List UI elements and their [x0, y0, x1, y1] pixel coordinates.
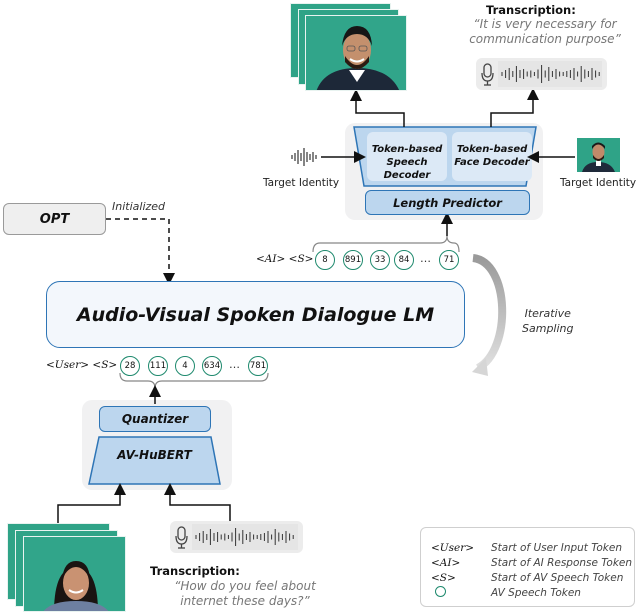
iterative-sampling-arrowhead [472, 358, 488, 376]
ai-speech-token: 891 [343, 250, 363, 270]
iterative-sampling-line-1: Iterative [524, 307, 571, 320]
legend-key: <S> [431, 571, 456, 584]
iterative-sampling-label: Iterative Sampling [522, 306, 574, 336]
user-token-brace [119, 372, 269, 389]
ai-token-prefix: <AI> <S> [256, 253, 314, 265]
ai-speech-token: 33 [370, 250, 390, 270]
speech-decoder-line-2: Speech Decoder [383, 157, 431, 181]
microphone-icon [175, 526, 188, 549]
face-decoder-label: Token-based Face Decoder [450, 143, 534, 169]
output-transcription-title: Transcription: [486, 3, 576, 17]
waveform-icon [291, 148, 317, 166]
legend-item-ai: <AI> Start of AI Response Token [431, 555, 632, 570]
input-transcription-text: “How do you feel about internet these da… [160, 579, 330, 609]
user-speech-token: 111 [148, 356, 168, 376]
user-token-prefix: <User> <S> [46, 359, 118, 371]
audio-waveform [175, 524, 298, 550]
target-identity-voice-label: Target Identity [263, 177, 340, 189]
speech-decoder-to-face-arrow [350, 89, 405, 127]
legend-item-token: AV Speech Token [431, 585, 581, 600]
iterative-sampling-arrow [471, 254, 507, 372]
target-identity-face-thumbnail [577, 138, 620, 172]
initialized-label: Initialized [112, 200, 166, 213]
quantizer-box: Quantizer [99, 406, 211, 432]
legend-desc: AV Speech Token [491, 586, 581, 599]
target-identity-face-label: Target Identity [560, 177, 637, 189]
speech-decoder-label: Token-based Speech Decoder [365, 143, 449, 182]
input-transcription-line-2: internet these days?” [180, 594, 310, 608]
ai-token-ellipsis: … [420, 252, 431, 265]
person-face-icon [316, 26, 399, 90]
avhubert-label: AV-HuBERT [117, 448, 192, 462]
user-speech-token: 781 [248, 356, 268, 376]
length-predictor-box: Length Predictor [365, 190, 530, 215]
opt-init-arrow [106, 218, 175, 285]
legend-item-user: <User> Start of User Input Token [431, 540, 622, 555]
lm-label: Audio-Visual Spoken Dialogue LM [76, 303, 435, 326]
ai-speech-token: 71 [439, 250, 459, 270]
output-transcription-line-2: communication purpose” [469, 32, 621, 46]
microphone-icon [481, 63, 494, 86]
user-speech-token: 634 [202, 356, 222, 376]
input-transcription-line-1: “How do you feel about [174, 579, 316, 593]
spoken-dialogue-lm-box: Audio-Visual Spoken Dialogue LM [46, 281, 465, 348]
ai-speech-token: 84 [394, 250, 414, 270]
output-transcription-text: “It is very necessary for communication … [455, 17, 635, 47]
legend: <User> Start of User Input Token <AI> St… [420, 527, 635, 607]
audio-to-encoder-arrow [164, 483, 231, 521]
legend-desc: Start of AV Speech Token [491, 571, 624, 584]
legend-desc: Start of User Input Token [491, 541, 622, 554]
output-transcription-line-1: “It is very necessary for [473, 17, 617, 31]
legend-key: <User> [431, 541, 475, 554]
legend-desc: Start of AI Response Token [491, 556, 633, 569]
opt-label: OPT [39, 211, 70, 227]
face-decoder-line-2: Face Decoder [454, 157, 530, 168]
input-audio-clip [170, 521, 303, 553]
audio-waveform [481, 61, 602, 87]
face-decoder-to-audio-arrow [490, 88, 539, 127]
user-token-ellipsis: … [229, 358, 240, 371]
legend-key: <AI> [431, 556, 461, 569]
ai-speech-token: 8 [315, 250, 335, 270]
output-face-frames [305, 15, 407, 91]
speech-decoder-line-1: Token-based [371, 144, 443, 155]
iterative-sampling-line-2: Sampling [522, 322, 574, 335]
person-face-icon [43, 561, 109, 611]
face-decoder-line-1: Token-based [456, 144, 528, 155]
quantizer-label: Quantizer [121, 412, 189, 426]
legend-token-swatch [431, 585, 491, 600]
ai-token-brace [312, 235, 460, 253]
user-speech-token: 28 [120, 356, 140, 376]
legend-item-s: <S> Start of AV Speech Token [431, 570, 623, 585]
length-predictor-label: Length Predictor [393, 195, 502, 210]
video-to-encoder-arrow [57, 483, 126, 523]
token-circle-icon [435, 585, 446, 597]
user-speech-token: 4 [175, 356, 195, 376]
input-transcription-title: Transcription: [150, 564, 240, 578]
input-face-frames [23, 536, 126, 612]
output-audio-clip [476, 58, 607, 90]
opt-box: OPT [3, 203, 106, 235]
person-face-icon [582, 142, 615, 172]
